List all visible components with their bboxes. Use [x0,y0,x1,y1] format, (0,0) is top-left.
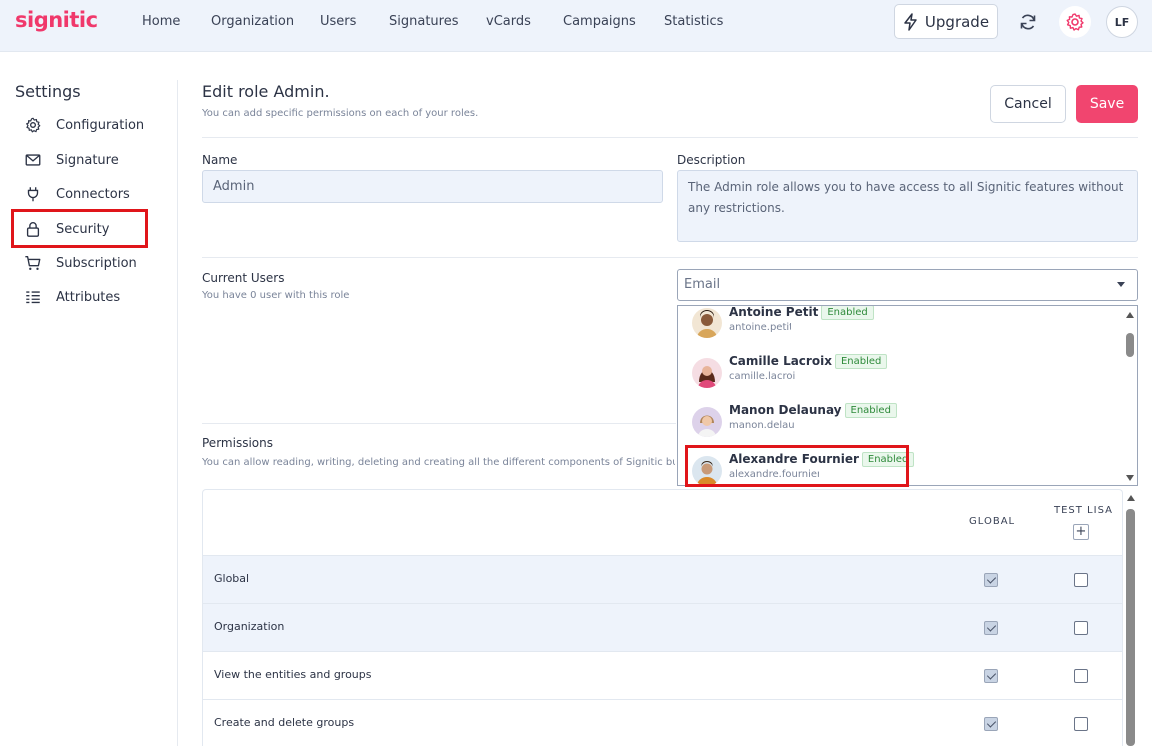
user-option[interactable]: Camille Lacroix Enabled camille.lacroix [688,354,1108,394]
save-button[interactable]: Save [1076,85,1138,123]
permission-label: Organization [214,620,285,633]
status-badge: Enabled [834,354,888,369]
table-row: Create and delete groups [203,699,1122,746]
settings-title: Settings [15,82,81,101]
permissions-label: Permissions [202,436,273,450]
refresh-icon [1020,14,1036,30]
sidebar-divider [177,80,178,746]
description-textarea[interactable]: The Admin role allows you to have access… [677,170,1138,242]
avatar [692,308,722,338]
table-row: Organization [203,603,1122,651]
gear-icon [26,117,41,133]
global-checkbox[interactable] [984,717,998,731]
sidebar-item-label: Signature [56,152,119,168]
test-lisa-checkbox[interactable] [1074,717,1088,731]
user-option[interactable]: Manon DelaunayEnabled manon.delaunay [688,403,1108,443]
divider [202,137,1138,138]
global-checkbox[interactable] [984,669,998,683]
envelope-icon [25,154,41,166]
signitic-logo[interactable]: signitic [15,8,98,32]
top-nav-bar: signitic Home Organization Users Signatu… [0,0,1152,52]
permissions-table: GLOBAL TEST LISA + Global Organization V… [202,489,1123,746]
description-label: Description [677,153,746,167]
cancel-button[interactable]: Cancel [990,85,1066,123]
test-lisa-checkbox[interactable] [1074,573,1088,587]
column-header-global: GLOBAL [969,516,1016,527]
sidebar-item-attributes[interactable]: Attributes [24,285,120,309]
page-title: Edit role Admin. [202,82,330,101]
current-users-subtitle: You have 0 user with this role [202,290,350,301]
global-checkbox[interactable] [984,621,998,635]
dropdown-scrollbar[interactable] [1123,306,1137,485]
security-highlight-box [11,209,148,248]
scrollbar-thumb[interactable] [1126,509,1135,746]
page-subtitle: You can add specific permissions on each… [202,108,479,119]
status-badge: Enabled [821,306,874,320]
sidebar-item-signature[interactable]: Signature [24,148,119,172]
selected-user-highlight-box [685,445,909,487]
add-column-button[interactable]: + [1073,524,1089,540]
scroll-down-icon[interactable] [1126,475,1134,481]
scroll-up-icon[interactable] [1127,495,1135,501]
upgrade-label: Upgrade [924,12,990,31]
nav-vcards[interactable]: vCards [486,14,531,29]
test-lisa-checkbox[interactable] [1074,669,1088,683]
nav-statistics[interactable]: Statistics [664,14,723,29]
divider [202,423,676,424]
caret-down-icon [1117,282,1125,287]
plug-icon [27,187,39,202]
email-select-placeholder: Email [684,277,721,292]
sidebar-item-connectors[interactable]: Connectors [24,182,130,206]
nav-home[interactable]: Home [142,14,180,29]
sidebar-item-label: Connectors [56,186,130,202]
test-lisa-checkbox[interactable] [1074,621,1088,635]
user-email: manon.delaunay [729,420,795,431]
global-checkbox[interactable] [984,573,998,587]
sidebar-item-label: Attributes [56,289,121,305]
nav-campaigns[interactable]: Campaigns [563,14,636,29]
scroll-up-icon[interactable] [1126,312,1134,318]
page-scrollbar[interactable] [1124,489,1138,746]
avatar [692,407,722,437]
sidebar-item-subscription[interactable]: Subscription [24,251,137,275]
cart-icon [25,256,41,271]
avatar [692,358,722,388]
lightning-icon [904,12,917,31]
refresh-button[interactable] [1012,6,1044,38]
status-badge: Enabled [844,403,897,418]
column-header-test-lisa: TEST LISA [1054,505,1113,516]
nav-users[interactable]: Users [320,14,356,29]
user-email: camille.lacroix [729,371,795,382]
user-email: antoine.petit [729,322,791,333]
nav-signatures[interactable]: Signatures [389,14,459,29]
user-name: Manon Delaunay Enabled [729,403,897,418]
user-name: Antoine Petit Enabled [729,306,874,320]
current-users-label: Current Users [202,271,285,285]
name-input[interactable]: Admin [202,170,663,203]
sidebar-item-configuration[interactable]: Configuration [24,113,144,137]
divider [202,257,1138,258]
permission-label: View the entities and groups [214,668,372,681]
user-option[interactable]: Antoine Petit Enabled antoine.petit [688,306,1108,345]
permission-label: Create and delete groups [214,716,355,729]
nav-organization[interactable]: Organization [211,14,294,29]
table-row: View the entities and groups [203,651,1122,699]
settings-button[interactable] [1059,6,1091,38]
user-name: Camille Lacroix Enabled [729,354,888,369]
permission-label: Global [214,572,250,585]
sidebar-item-label: Configuration [56,117,145,133]
gear-icon [1066,13,1084,31]
user-avatar[interactable]: LF [1106,6,1138,38]
upgrade-button[interactable]: Upgrade [894,4,998,39]
scrollbar-thumb[interactable] [1126,333,1134,357]
email-select[interactable]: Email [677,269,1138,301]
table-row: Global [203,555,1122,603]
list-icon [26,291,40,304]
sidebar-item-label: Subscription [56,255,137,271]
permissions-subtitle: You can allow reading, writing, deleting… [202,457,675,468]
name-label: Name [202,153,238,167]
